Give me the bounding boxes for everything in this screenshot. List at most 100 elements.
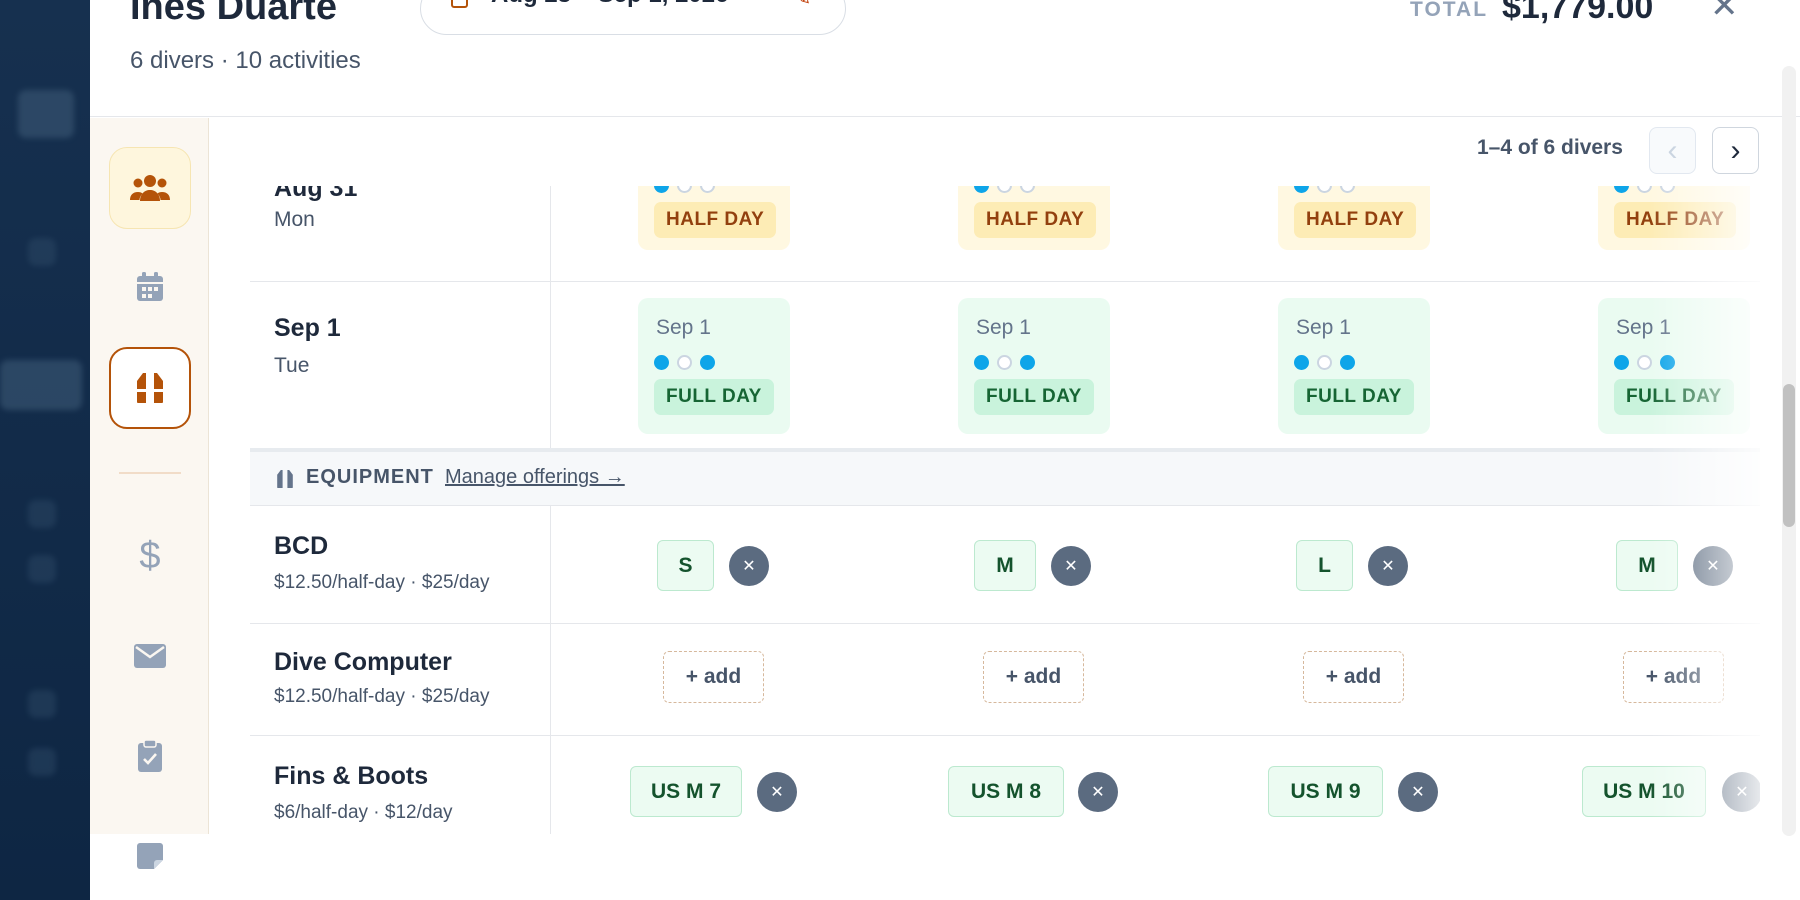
backdrop-blur-shape [28,238,56,266]
size-chip[interactable]: US M 8 [948,766,1064,817]
equipment-price: $6/half-day · $12/day [274,802,453,823]
activity-card[interactable]: HALF DAY [638,186,790,250]
size-chip[interactable]: M [974,540,1036,591]
dive-dot [974,186,989,193]
equipment-heading: EQUIPMENT [306,466,434,488]
activity-card[interactable]: HALF DAY [958,186,1110,250]
remove-button[interactable]: ✕ [1078,772,1118,812]
dive-dot [997,186,1012,193]
row-label-cell: BCD $12.50/half-day · $25/day [250,506,551,623]
note-icon [137,843,163,869]
remove-button[interactable]: ✕ [1368,546,1408,586]
size-chip[interactable]: US M 9 [1268,766,1383,817]
backdrop-blur-shape [28,500,56,528]
backdrop-blur-shape [0,360,82,410]
section-rail: $ [90,118,209,869]
dive-dot [1637,186,1652,193]
gear-vest-icon [277,470,293,488]
group-icon [130,175,170,201]
equipment-price: $12.50/half-day · $25/day [274,572,490,593]
remove-button[interactable]: ✕ [729,546,769,586]
add-equipment-button[interactable]: + add [1623,651,1724,703]
add-equipment-button[interactable]: + add [663,651,764,703]
dive-dot [1317,186,1332,193]
activity-card[interactable]: Sep 1 FULL DAY [1278,298,1430,434]
manage-offerings-link[interactable]: Manage offerings → [445,466,625,489]
mail-icon [134,644,166,668]
rail-schedule-button[interactable] [109,246,191,328]
dive-dot [1637,355,1652,370]
size-chip[interactable]: S [657,540,714,591]
backdrop-blur-shape [18,90,74,138]
pencil-icon: ✎ [793,0,811,11]
calendar-icon [137,272,163,301]
dive-dot [1294,355,1309,370]
remove-button[interactable]: ✕ [1722,772,1760,812]
dive-dot [1317,355,1332,370]
rail-waivers-button[interactable] [109,715,191,797]
size-chip[interactable]: US M 10 [1582,766,1706,817]
rail-messages-button[interactable] [109,615,191,697]
table-row-sep1: Sep 1 Tue Sep 1 FULL DAY Sep 1 FULL DAY … [250,282,1760,448]
rail-divers-button[interactable] [109,147,191,229]
backdrop-blur-shape [28,690,56,718]
dollar-icon: $ [139,534,161,577]
add-equipment-button[interactable]: + add [1303,651,1404,703]
equipment-name: Dive Computer [274,648,452,676]
activity-card[interactable]: Sep 1 FULL DAY [958,298,1110,434]
row-label-cell: Sep 1 Tue [250,282,551,448]
activity-card[interactable]: Sep 1 FULL DAY [1598,298,1750,434]
dive-dot [1020,186,1035,193]
half-day-badge: HALF DAY [654,202,777,238]
equipment-name: BCD [274,532,329,560]
row-weekday: Tue [274,354,310,377]
activity-card[interactable]: HALF DAY [1278,186,1430,250]
remove-button[interactable]: ✕ [1051,546,1091,586]
full-day-badge: FULL DAY [1294,379,1414,415]
row-date: Aug 31 [274,186,358,202]
pager-status: 1–4 of 6 divers [1477,136,1623,159]
dive-dot [1340,355,1355,370]
next-page-button[interactable]: › [1712,127,1759,174]
size-chip[interactable]: US M 7 [630,766,742,817]
full-day-badge: FULL DAY [974,379,1094,415]
close-icon[interactable]: ✕ [1710,0,1739,26]
dive-dot [700,355,715,370]
remove-button[interactable]: ✕ [757,772,797,812]
date-range-text: Aug 28 – Sep 1, 2026 [491,0,728,9]
assignment-grid: Aug 31 Mon HALF DAY HALF DAY HALF DAY HA… [250,186,1760,834]
page-backdrop [0,0,90,900]
remove-button[interactable]: ✕ [1398,772,1438,812]
activity-date: Sep 1 [1296,316,1351,339]
size-chip[interactable]: L [1296,540,1353,591]
dive-dot [677,355,692,370]
full-day-badge: FULL DAY [1614,379,1734,415]
equipment-section-header: EQUIPMENT Manage offerings → [250,448,1760,506]
add-equipment-button[interactable]: + add [983,651,1084,703]
dive-dot [654,355,669,370]
row-label-cell: Fins & Boots $6/half-day · $12/day [250,736,551,834]
dive-dot [1340,186,1355,193]
dive-dot [1660,186,1675,193]
chevron-left-icon: ‹ [1667,133,1678,167]
clipboard-icon [138,740,162,772]
prev-page-button[interactable]: ‹ [1649,127,1696,174]
dive-dot [997,355,1012,370]
dive-dot [1614,355,1629,370]
size-chip[interactable]: M [1616,540,1678,591]
activity-date: Sep 1 [656,316,711,339]
remove-button[interactable]: ✕ [1693,546,1733,586]
activity-card[interactable]: Sep 1 FULL DAY [638,298,790,434]
activity-card[interactable]: HALF DAY [1598,186,1750,250]
row-weekday: Mon [274,208,315,231]
scrollbar-thumb[interactable] [1783,384,1795,527]
half-day-badge: HALF DAY [974,202,1097,238]
total-value: $1,779.00 [1502,0,1654,26]
date-range-button[interactable]: Aug 28 – Sep 1, 2026 ✎ [420,0,846,35]
rail-payments-button[interactable]: $ [109,515,191,597]
rail-notes-button[interactable] [109,815,191,897]
calendar-icon [451,0,468,8]
rail-equipment-button[interactable] [109,347,191,429]
vertical-scrollbar[interactable] [1782,66,1796,836]
dive-dot [1614,186,1629,193]
